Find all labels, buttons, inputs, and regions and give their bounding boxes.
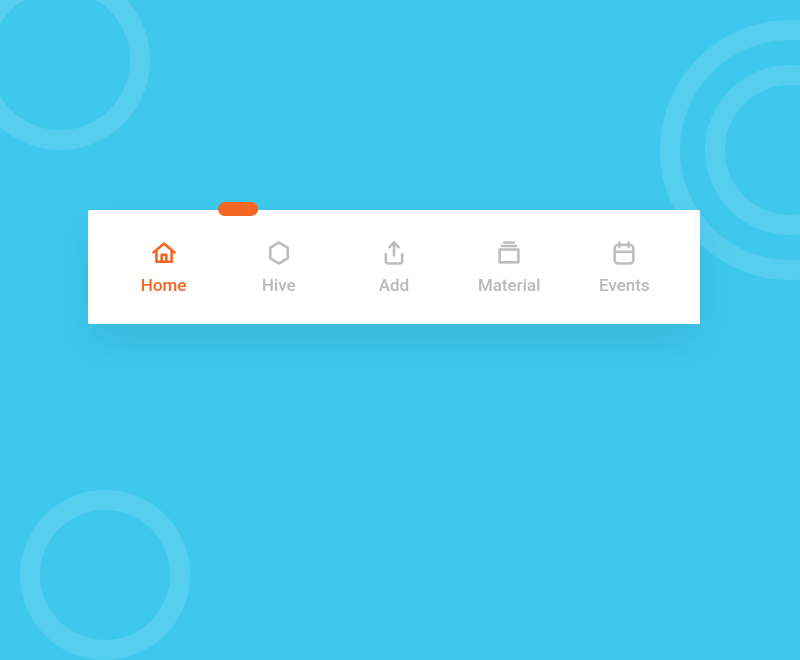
tab-label: Hive [262,276,296,296]
calendar-icon [609,238,639,268]
tab-label: Add [379,276,409,296]
archive-icon [494,238,524,268]
decorative-circle [0,0,150,150]
tab-hive[interactable]: Hive [229,238,329,296]
tab-material[interactable]: Material [459,238,559,296]
bottom-tab-bar: Home Hive Add Material Events [88,210,700,324]
home-icon [149,238,179,268]
tab-label: Events [599,276,650,296]
hexagon-icon [264,238,294,268]
tab-add[interactable]: Add [344,238,444,296]
decorative-circle [20,490,190,660]
active-tab-indicator [218,202,258,216]
tab-home[interactable]: Home [114,238,214,296]
share-up-icon [379,238,409,268]
tab-label: Home [141,276,187,296]
tab-events[interactable]: Events [574,238,674,296]
tab-label: Material [478,276,541,296]
